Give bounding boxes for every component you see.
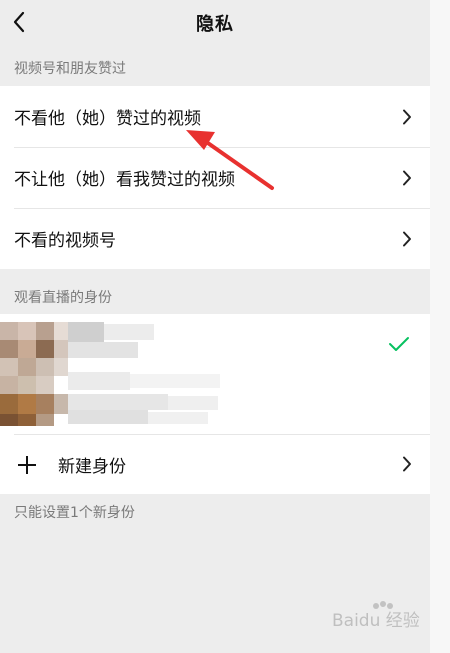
chevron-right-icon (403, 170, 411, 185)
nav-bar: 隐私 (0, 0, 430, 48)
settings-row-hide-my-liked-videos[interactable]: 不让他（她）看我赞过的视频 (0, 147, 430, 208)
new-identity-label: 新建身份 (58, 456, 126, 477)
settings-row-hide-their-liked-videos[interactable]: 不看他（她）赞过的视频 (0, 86, 430, 147)
likes-settings-group: 不看他（她）赞过的视频 不让他（她）看我赞过的视频 不看的视频号 (0, 86, 430, 269)
chevron-right-icon (403, 231, 411, 246)
identity-row-current[interactable] (0, 314, 430, 434)
page-title: 隐私 (196, 14, 234, 35)
checkmark-icon (389, 337, 409, 351)
settings-row-hidden-channels[interactable]: 不看的视频号 (0, 208, 430, 269)
privacy-screen: 隐私 视频号和朋友赞过 不看他（她）赞过的视频 不让他（她）看我赞过的视频 不看… (0, 0, 430, 653)
plus-icon (18, 456, 36, 474)
chevron-right-icon (403, 109, 411, 124)
new-identity-button[interactable]: 新建身份 (0, 434, 430, 494)
row-label: 不看的视频号 (14, 231, 116, 251)
screen-edge (430, 0, 450, 653)
row-label: 不看他（她）赞过的视频 (14, 109, 201, 129)
chevron-right-icon (403, 456, 411, 472)
section-label-likes: 视频号和朋友赞过 (14, 61, 126, 77)
baidu-watermark: Baidu 经验 (330, 598, 430, 638)
watermark-text: Baidu 经验 (332, 611, 420, 631)
row-label: 不让他（她）看我赞过的视频 (14, 170, 235, 190)
live-identity-group: 新建身份 (0, 314, 430, 494)
section-label-live: 观看直播的身份 (14, 290, 112, 306)
footnote: 只能设置1个新身份 (14, 505, 135, 521)
